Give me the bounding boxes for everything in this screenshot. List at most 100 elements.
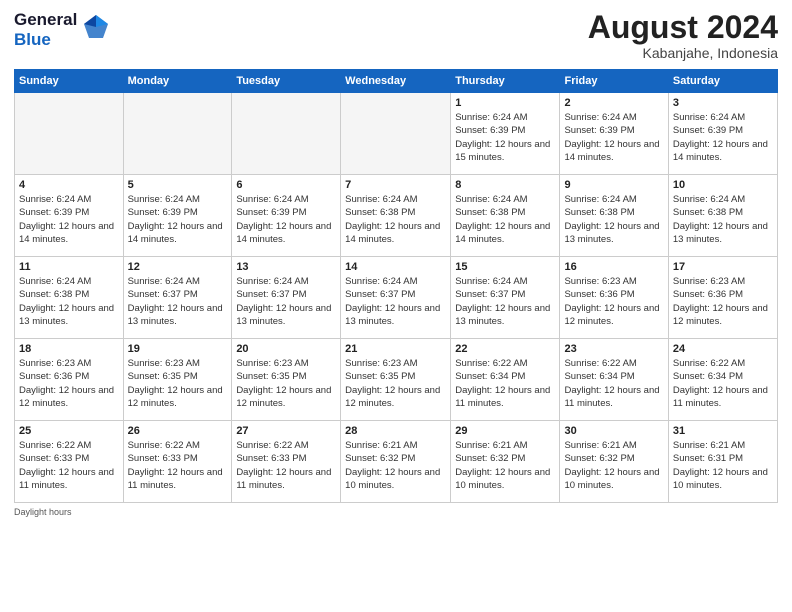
day-detail: Sunrise: 6:22 AMSunset: 6:34 PMDaylight:… <box>673 357 773 410</box>
calendar-week: 4 Sunrise: 6:24 AMSunset: 6:39 PMDaylight… <box>15 175 778 257</box>
day-detail: Sunrise: 6:21 AMSunset: 6:32 PMDaylight:… <box>455 439 555 492</box>
calendar-cell: 5 Sunrise: 6:24 AMSunset: 6:39 PMDaylight… <box>123 175 232 257</box>
calendar-cell: 23 Sunrise: 6:22 AMSunset: 6:34 PMDayligh… <box>560 339 668 421</box>
calendar-cell: 12Sunrise: 6:24 AMSunset: 6:37 PMDayligh… <box>123 257 232 339</box>
day-number: 23 <box>564 343 663 355</box>
calendar-cell: 29Sunrise: 6:21 AMSunset: 6:32 PMDayligh… <box>451 421 560 503</box>
day-number: 14 <box>345 261 446 273</box>
calendar-week: 18 Sunrise: 6:23 AMSunset: 6:36 PMDayligh… <box>15 339 778 421</box>
calendar-cell: 13 Sunrise: 6:24 AMSunset: 6:37 PMDayligh… <box>232 257 341 339</box>
calendar-cell: 22 Sunrise: 6:22 AMSunset: 6:34 PMDayligh… <box>451 339 560 421</box>
day-number: 20 <box>236 343 336 355</box>
day-number: 15 <box>455 261 555 273</box>
day-number: 18 <box>19 343 119 355</box>
day-detail: Sunrise: 6:23 AMSunset: 6:35 PMDaylight:… <box>345 357 446 410</box>
dow-header: Friday <box>560 70 668 93</box>
day-number: 17 <box>673 261 773 273</box>
day-detail: Sunrise: 6:24 AMSunset: 6:38 PMDaylight:… <box>19 275 119 328</box>
calendar-cell: 16 Sunrise: 6:23 AMSunset: 6:36 PMDayligh… <box>560 257 668 339</box>
calendar-cell: 4 Sunrise: 6:24 AMSunset: 6:39 PMDaylight… <box>15 175 124 257</box>
day-detail: Sunrise: 6:24 AMSunset: 6:39 PMDaylight:… <box>564 111 663 164</box>
day-number: 11 <box>19 261 119 273</box>
day-detail: Sunrise: 6:24 AMSunset: 6:37 PMDaylight:… <box>345 275 446 328</box>
dow-header: Saturday <box>668 70 777 93</box>
calendar-week: 1 Sunrise: 6:24 AMSunset: 6:39 PMDaylight… <box>15 93 778 175</box>
day-detail: Sunrise: 6:21 AMSunset: 6:32 PMDaylight:… <box>564 439 663 492</box>
calendar-cell: 24Sunrise: 6:22 AMSunset: 6:34 PMDayligh… <box>668 339 777 421</box>
dow-header: Monday <box>123 70 232 93</box>
dow-header: Sunday <box>15 70 124 93</box>
calendar-cell: 25 Sunrise: 6:22 AMSunset: 6:33 PMDayligh… <box>15 421 124 503</box>
day-detail: Sunrise: 6:22 AMSunset: 6:33 PMDaylight:… <box>236 439 336 492</box>
calendar-cell <box>123 93 232 175</box>
day-number: 5 <box>128 179 228 191</box>
calendar-cell: 19 Sunrise: 6:23 AMSunset: 6:35 PMDayligh… <box>123 339 232 421</box>
calendar-cell: 3 Sunrise: 6:24 AMSunset: 6:39 PMDaylight… <box>668 93 777 175</box>
calendar-cell: 8Sunrise: 6:24 AMSunset: 6:38 PMDaylight… <box>451 175 560 257</box>
calendar-cell: 11 Sunrise: 6:24 AMSunset: 6:38 PMDayligh… <box>15 257 124 339</box>
calendar-cell: 2 Sunrise: 6:24 AMSunset: 6:39 PMDaylight… <box>560 93 668 175</box>
day-detail: Sunrise: 6:24 AMSunset: 6:38 PMDaylight:… <box>564 193 663 246</box>
day-detail: Sunrise: 6:24 AMSunset: 6:37 PMDaylight:… <box>455 275 555 328</box>
day-detail: Sunrise: 6:22 AMSunset: 6:34 PMDaylight:… <box>564 357 663 410</box>
day-number: 1 <box>455 97 555 109</box>
calendar-cell <box>341 93 451 175</box>
day-detail: Sunrise: 6:24 AMSunset: 6:37 PMDaylight:… <box>236 275 336 328</box>
day-detail: Sunrise: 6:23 AMSunset: 6:36 PMDaylight:… <box>564 275 663 328</box>
day-detail: Sunrise: 6:24 AMSunset: 6:39 PMDaylight:… <box>19 193 119 246</box>
day-detail: Sunrise: 6:21 AMSunset: 6:31 PMDaylight:… <box>673 439 773 492</box>
day-detail: Sunrise: 6:22 AMSunset: 6:33 PMDaylight:… <box>19 439 119 492</box>
day-detail: Sunrise: 6:24 AMSunset: 6:39 PMDaylight:… <box>673 111 773 164</box>
day-number: 26 <box>128 425 228 437</box>
day-number: 13 <box>236 261 336 273</box>
calendar-cell: 20 Sunrise: 6:23 AMSunset: 6:35 PMDayligh… <box>232 339 341 421</box>
day-detail: Sunrise: 6:24 AMSunset: 6:39 PMDaylight:… <box>236 193 336 246</box>
day-detail: Sunrise: 6:24 AMSunset: 6:38 PMDaylight:… <box>345 193 446 246</box>
day-number: 9 <box>564 179 663 191</box>
day-number: 2 <box>564 97 663 109</box>
day-number: 25 <box>19 425 119 437</box>
day-number: 28 <box>345 425 446 437</box>
calendar-week: 11 Sunrise: 6:24 AMSunset: 6:38 PMDayligh… <box>15 257 778 339</box>
calendar-cell: 28 Sunrise: 6:21 AMSunset: 6:32 PMDayligh… <box>341 421 451 503</box>
calendar-cell: 17 Sunrise: 6:23 AMSunset: 6:36 PMDayligh… <box>668 257 777 339</box>
calendar-cell: 7 Sunrise: 6:24 AMSunset: 6:38 PMDaylight… <box>341 175 451 257</box>
day-detail: Sunrise: 6:22 AMSunset: 6:34 PMDaylight:… <box>455 357 555 410</box>
day-number: 10 <box>673 179 773 191</box>
day-number: 19 <box>128 343 228 355</box>
calendar-cell: 15 Sunrise: 6:24 AMSunset: 6:37 PMDayligh… <box>451 257 560 339</box>
logo-icon <box>81 12 111 47</box>
calendar-cell: 9 Sunrise: 6:24 AMSunset: 6:38 PMDaylight… <box>560 175 668 257</box>
day-detail: Sunrise: 6:24 AMSunset: 6:39 PMDaylight:… <box>455 111 555 164</box>
day-detail: Sunrise: 6:23 AMSunset: 6:36 PMDaylight:… <box>19 357 119 410</box>
dow-header: Tuesday <box>232 70 341 93</box>
footer-note: Daylight hours <box>14 507 778 517</box>
title-block: August 2024 Kabanjahe, Indonesia <box>588 10 778 61</box>
calendar-cell: 30Sunrise: 6:21 AMSunset: 6:32 PMDayligh… <box>560 421 668 503</box>
calendar-cell: 14 Sunrise: 6:24 AMSunset: 6:37 PMDayligh… <box>341 257 451 339</box>
calendar-cell: 31Sunrise: 6:21 AMSunset: 6:31 PMDayligh… <box>668 421 777 503</box>
logo: General Blue <box>14 10 111 49</box>
day-number: 16 <box>564 261 663 273</box>
calendar-cell <box>232 93 341 175</box>
calendar-week: 25 Sunrise: 6:22 AMSunset: 6:33 PMDayligh… <box>15 421 778 503</box>
day-number: 27 <box>236 425 336 437</box>
dow-header: Wednesday <box>341 70 451 93</box>
month-year: August 2024 <box>588 10 778 45</box>
calendar-cell: 21Sunrise: 6:23 AMSunset: 6:35 PMDayligh… <box>341 339 451 421</box>
day-detail: Sunrise: 6:24 AMSunset: 6:39 PMDaylight:… <box>128 193 228 246</box>
day-number: 22 <box>455 343 555 355</box>
day-number: 3 <box>673 97 773 109</box>
calendar-cell: 10Sunrise: 6:24 AMSunset: 6:38 PMDayligh… <box>668 175 777 257</box>
day-detail: Sunrise: 6:21 AMSunset: 6:32 PMDaylight:… <box>345 439 446 492</box>
day-detail: Sunrise: 6:23 AMSunset: 6:35 PMDaylight:… <box>236 357 336 410</box>
day-detail: Sunrise: 6:24 AMSunset: 6:37 PMDaylight:… <box>128 275 228 328</box>
location: Kabanjahe, Indonesia <box>588 45 778 61</box>
day-detail: Sunrise: 6:23 AMSunset: 6:36 PMDaylight:… <box>673 275 773 328</box>
day-number: 7 <box>345 179 446 191</box>
day-detail: Sunrise: 6:23 AMSunset: 6:35 PMDaylight:… <box>128 357 228 410</box>
day-number: 4 <box>19 179 119 191</box>
calendar-cell: 1 Sunrise: 6:24 AMSunset: 6:39 PMDaylight… <box>451 93 560 175</box>
day-detail: Sunrise: 6:22 AMSunset: 6:33 PMDaylight:… <box>128 439 228 492</box>
logo-general: General <box>14 10 77 30</box>
